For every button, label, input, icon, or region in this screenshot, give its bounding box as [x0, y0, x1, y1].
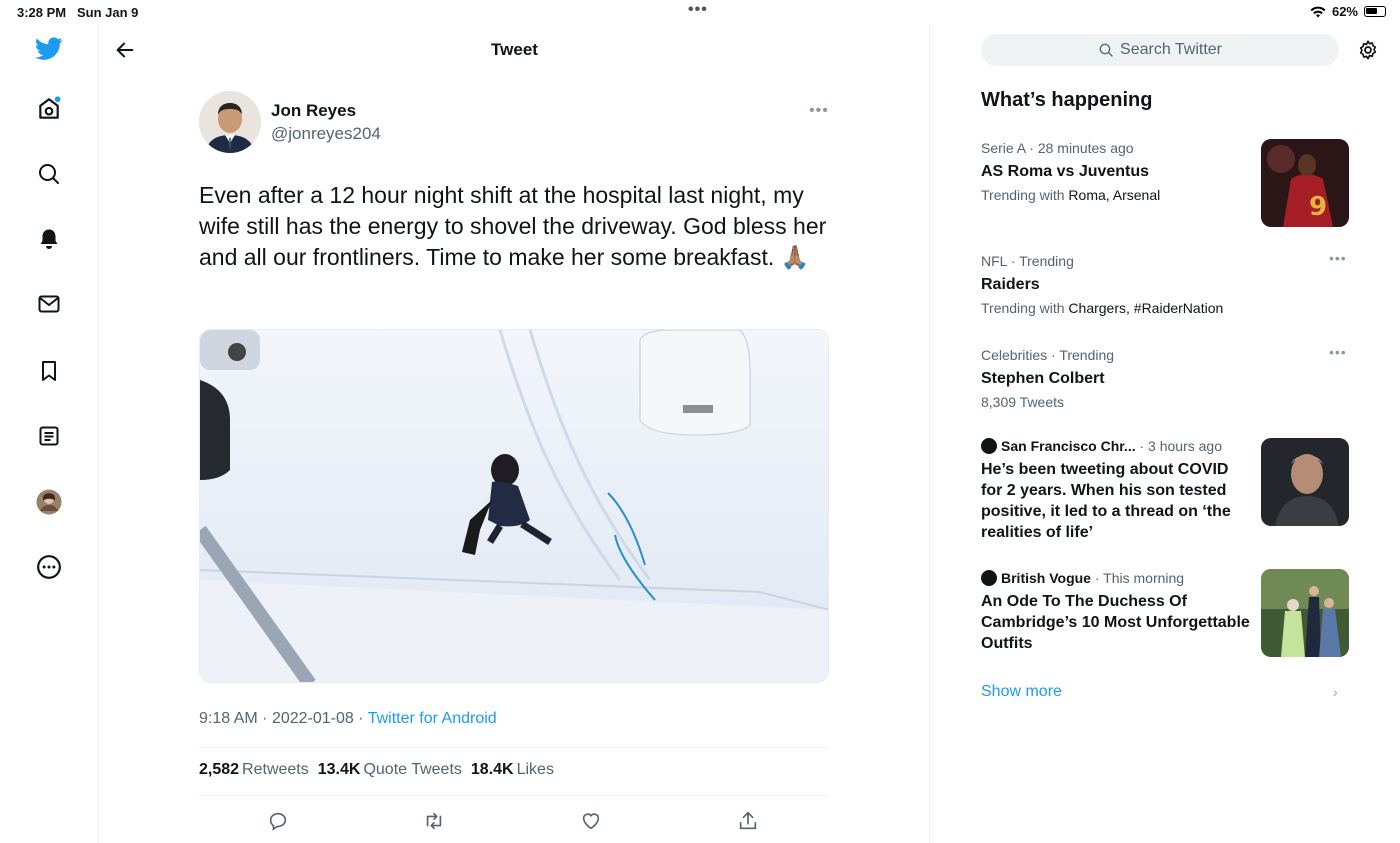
trend-title: Raiders [981, 276, 1040, 293]
quotes-label: Quote Tweets [363, 761, 462, 778]
likes-stat[interactable]: 18.4K Likes [471, 761, 554, 779]
divider [199, 747, 829, 748]
quotes-count: 13.4K [317, 761, 361, 778]
divider [199, 795, 829, 796]
status-right: 62% [1310, 4, 1386, 19]
explore-icon[interactable] [34, 159, 64, 189]
settings-gear-icon[interactable] [1354, 36, 1382, 64]
tweet-more-icon[interactable]: ••• [809, 102, 829, 120]
news-title: He’s been tweeting about COVID for 2 yea… [981, 461, 1231, 541]
news-publisher: San Francisco Chr... [1001, 438, 1136, 454]
author-handle[interactable]: @jonreyes204 [271, 124, 381, 144]
trend-subtitle: 8,309 Tweets [981, 394, 1065, 410]
tweet-source-link[interactable]: Twitter for Android [368, 710, 497, 727]
search-input[interactable]: Search Twitter [1120, 41, 1222, 59]
trend-item[interactable]: Celebrities · Trending Stephen Colbert 8… [981, 346, 1351, 411]
chevron-right-icon[interactable]: › [1333, 684, 1338, 700]
retweets-count: 2,582 [199, 761, 240, 778]
news-thumbnail[interactable] [1261, 438, 1349, 526]
wifi-icon [1310, 6, 1326, 17]
trend-subtitle: Trending with Chargers, #RaiderNation [981, 299, 1351, 317]
meta-separator-1: · [262, 710, 268, 727]
twitter-logo-icon[interactable] [34, 34, 64, 64]
news-context: British Vogue · This morning [981, 569, 1251, 587]
trend-category: Serie A [981, 140, 1026, 156]
status-date: Sun Jan 9 [77, 5, 139, 20]
share-icon[interactable] [733, 806, 763, 836]
trend-time: · 28 minutes ago [1029, 140, 1134, 156]
author-name[interactable]: Jon Reyes [271, 101, 356, 121]
left-nav [0, 24, 99, 843]
likes-count: 18.4K [470, 761, 514, 778]
show-more-link[interactable]: Show more [981, 683, 1062, 701]
lists-icon[interactable] [34, 421, 64, 451]
retweet-icon[interactable] [419, 806, 449, 836]
author-avatar[interactable] [199, 91, 261, 153]
retweets-stat[interactable]: 2,582 Retweets [199, 761, 309, 779]
trend-item[interactable]: NFL · Trending Raiders Trending with Cha… [981, 252, 1351, 317]
bookmarks-icon[interactable] [34, 356, 64, 386]
likes-label: Likes [516, 761, 554, 778]
tweet-text: Even after a 12 hour night shift at the … [199, 182, 827, 270]
multitasking-dots[interactable]: ••• [688, 1, 708, 19]
right-sidebar: Search Twitter What’s happening Serie A … [931, 24, 1400, 843]
trend-context: Celebrities · Trending [981, 347, 1115, 363]
more-options-icon[interactable] [34, 552, 64, 582]
profile-avatar-icon[interactable] [34, 487, 64, 517]
whats-happening-heading: What’s happening [981, 89, 1153, 111]
news-thumbnail[interactable] [1261, 569, 1349, 657]
trend-more-icon[interactable]: ••• [1329, 344, 1347, 360]
trend-sub-prefix: Trending with [981, 187, 1069, 203]
tweet-meta: 9:18 AM · 2022-01-08 · Twitter for Andro… [199, 710, 497, 728]
tweet-stats: 2,582 Retweets 13.4K Quote Tweets 18.4K Lik… [199, 761, 554, 779]
tweet-detail-panel: Tweet Jon Reyes @jonreyes204 ••• Even af… [99, 24, 930, 843]
trend-sub-prefix: Trending with [981, 300, 1069, 316]
battery-percent: 62% [1331, 4, 1358, 19]
retweets-label: Retweets [242, 761, 309, 778]
trend-more-icon[interactable]: ••• [1329, 250, 1347, 266]
news-item[interactable]: San Francisco Chr... · 3 hours ago He’s … [981, 437, 1251, 543]
trend-title: Stephen Colbert [981, 370, 1105, 387]
trend-sub-keys: Roma, Arsenal [1068, 187, 1161, 203]
tweet-photo[interactable] [199, 329, 829, 683]
tweet-actions [199, 806, 829, 834]
status-time: 3:28 PM [17, 5, 67, 20]
news-item[interactable]: British Vogue · This morning An Ode To T… [981, 569, 1251, 654]
search-icon [1099, 43, 1113, 57]
tweet-time: 9:18 AM [199, 710, 258, 727]
news-context: San Francisco Chr... · 3 hours ago [981, 437, 1251, 455]
reply-icon[interactable] [263, 806, 293, 836]
status-bar: 3:28 PM Sun Jan 9 ••• 62% [0, 0, 1400, 24]
home-icon[interactable] [34, 94, 64, 124]
messages-envelope-icon[interactable] [34, 289, 64, 319]
british-vogue-logo-icon [981, 570, 997, 586]
news-time: · 3 hours ago [1139, 438, 1223, 454]
news-title: An Ode To The Duchess Of Cambridge’s 10 … [981, 593, 1250, 652]
battery-icon [1364, 6, 1386, 17]
sf-chronicle-logo-icon [981, 438, 997, 454]
news-time: · This morning [1094, 570, 1185, 586]
page-title: Tweet [491, 40, 538, 59]
trend-sub-keys: Chargers, #RaiderNation [1068, 300, 1224, 316]
trend-context: NFL · Trending [981, 253, 1074, 269]
meta-separator-2: · [358, 710, 364, 727]
quotes-stat[interactable]: 13.4K Quote Tweets [318, 761, 462, 779]
like-heart-icon[interactable] [576, 806, 606, 836]
svg-text:9: 9 [1309, 192, 1327, 222]
trend-thumbnail[interactable]: 9 [1261, 139, 1349, 227]
tweet-date: 2022-01-08 [271, 710, 354, 727]
notifications-bell-icon[interactable] [34, 224, 64, 254]
search-bar[interactable]: Search Twitter [981, 34, 1339, 66]
news-publisher: British Vogue [1001, 570, 1091, 586]
